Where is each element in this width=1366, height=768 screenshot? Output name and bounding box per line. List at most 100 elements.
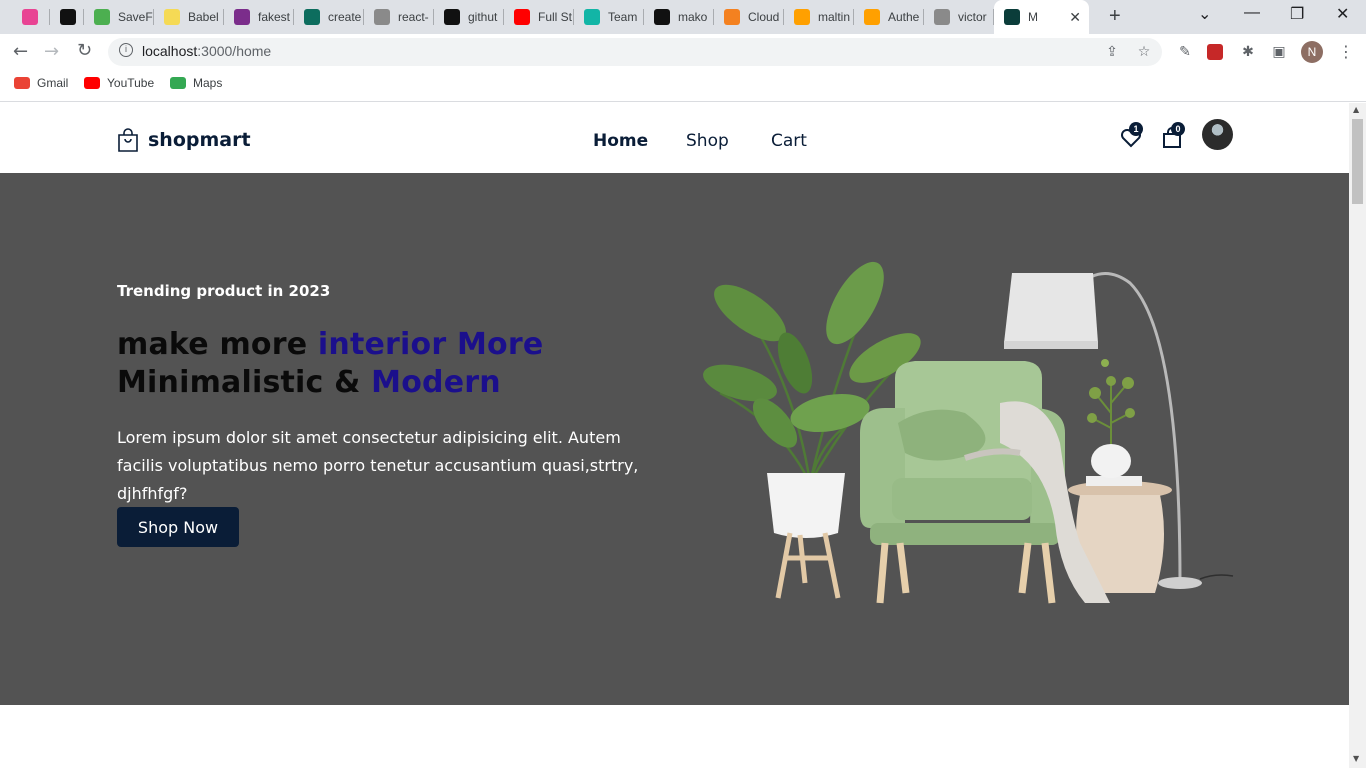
- url-host: localhost: [142, 43, 198, 59]
- bookmark-favicon-icon: [170, 77, 186, 89]
- tab-favicon-icon: [514, 9, 530, 25]
- browser-tab[interactable]: victor: [924, 0, 994, 34]
- tab-title: M: [1028, 10, 1038, 24]
- url-text[interactable]: localhost:3000/home: [142, 43, 271, 59]
- scroll-down-arrow-icon[interactable]: ▼: [1353, 754, 1359, 763]
- tab-title: create: [328, 10, 362, 24]
- browser-tab[interactable]: react-: [364, 0, 434, 34]
- tab-title: mako: [678, 10, 708, 24]
- tab-title: victor: [958, 10, 987, 24]
- restore-button[interactable]: ❐: [1290, 4, 1304, 24]
- bookmark-youtube[interactable]: YouTube: [84, 76, 154, 90]
- hero-section: Trending product in 2023 make more inter…: [0, 173, 1349, 705]
- back-icon[interactable]: ←: [13, 41, 28, 62]
- nav-cart[interactable]: Cart: [771, 131, 807, 151]
- tab-favicon-icon: [164, 9, 180, 25]
- side-panel-icon[interactable]: ▣: [1270, 43, 1288, 61]
- browser-tab[interactable]: [50, 0, 84, 34]
- nav-home[interactable]: Home: [593, 131, 648, 151]
- hero-description: Lorem ipsum dolor sit amet consectetur a…: [117, 428, 639, 503]
- plant-pot: [767, 473, 845, 538]
- hero-furniture-image: [703, 261, 1234, 604]
- shopping-bag-logo-icon: [118, 128, 138, 152]
- forward-icon[interactable]: →: [44, 41, 59, 62]
- tab-favicon-icon: [864, 9, 880, 25]
- tab-title: maltin: [818, 10, 851, 24]
- bookmark-favicon-icon: [14, 77, 30, 89]
- tab-close-icon[interactable]: ✕: [1069, 9, 1081, 26]
- close-window-button[interactable]: ✕: [1336, 4, 1349, 24]
- cart-count-badge: 0: [1171, 122, 1185, 136]
- url-path: :3000/home: [197, 43, 272, 59]
- site-header: shopmart Home Shop Cart 1 0: [0, 103, 1349, 173]
- reload-icon[interactable]: ↻: [77, 40, 92, 61]
- tab-title: Babel: [188, 10, 219, 24]
- bookmark-star-icon[interactable]: ☆: [1135, 43, 1153, 61]
- browser-tab[interactable]: M ✕: [994, 0, 1089, 34]
- tab-favicon-icon: [22, 9, 38, 25]
- tab-title: Full St: [538, 10, 573, 24]
- web-page: shopmart Home Shop Cart 1 0 Trending pro…: [0, 103, 1349, 768]
- tab-favicon-icon: [374, 9, 390, 25]
- browser-tab[interactable]: [12, 0, 50, 34]
- user-avatar[interactable]: [1202, 119, 1233, 150]
- wishlist-count-badge: 1: [1129, 122, 1143, 136]
- tab-title: fakest: [258, 10, 291, 24]
- share-icon[interactable]: ⇪: [1103, 43, 1121, 61]
- browser-tab[interactable]: Babel: [154, 0, 224, 34]
- browser-tab[interactable]: Full St: [504, 0, 574, 34]
- extension-eyedropper-icon[interactable]: ✎: [1176, 43, 1194, 61]
- tab-title: Cloud: [748, 10, 780, 24]
- lamp-shade: [1004, 273, 1098, 343]
- hero-title-accent2: Modern: [371, 365, 501, 400]
- browser-tab-strip: SaveF Babel fakest create react-githut Full S…: [0, 0, 1366, 34]
- site-info-icon[interactable]: i: [119, 43, 133, 57]
- shop-now-button[interactable]: Shop Now: [117, 507, 239, 547]
- tab-favicon-icon: [304, 9, 320, 25]
- tab-favicon-icon: [934, 9, 950, 25]
- tab-favicon-icon: [654, 9, 670, 25]
- tab-title: react-: [398, 10, 429, 24]
- browser-tab[interactable]: SaveF: [84, 0, 154, 34]
- browser-tab[interactable]: Team: [574, 0, 644, 34]
- bookmark-gmail[interactable]: Gmail: [14, 76, 68, 90]
- tab-title: Authe: [888, 10, 920, 24]
- profile-avatar[interactable]: N: [1301, 41, 1323, 63]
- nav-shop[interactable]: Shop: [686, 131, 729, 151]
- new-tab-button[interactable]: +: [1109, 5, 1121, 28]
- scroll-up-arrow-icon[interactable]: ▲: [1353, 105, 1359, 114]
- browser-tab[interactable]: create: [294, 0, 364, 34]
- site-logo[interactable]: shopmart: [117, 128, 251, 152]
- tab-title: githut: [468, 10, 498, 24]
- browser-tab[interactable]: Cloud: [714, 0, 784, 34]
- tab-favicon-icon: [60, 9, 76, 25]
- hero-title: make more interior More Minimalistic & Mo…: [117, 326, 543, 402]
- minimize-button[interactable]: —: [1244, 4, 1260, 22]
- menu-dots-icon[interactable]: ⋮: [1338, 42, 1354, 61]
- tab-favicon-icon: [94, 9, 110, 25]
- scrollbar-thumb[interactable]: [1352, 119, 1363, 204]
- tab-favicon-icon: [234, 9, 250, 25]
- tab-favicon-icon: [444, 9, 460, 25]
- hero-subtitle: Trending product in 2023: [117, 282, 331, 300]
- browser-tab[interactable]: maltin: [784, 0, 854, 34]
- hero-title-part1: make more: [117, 327, 318, 362]
- bookmark-label: Maps: [193, 76, 223, 90]
- tab-favicon-icon: [794, 9, 810, 25]
- bookmark-favicon-icon: [84, 77, 100, 89]
- site-logo-text: shopmart: [148, 129, 251, 151]
- bookmark-label: Gmail: [37, 76, 69, 90]
- tab-favicon-icon: [1004, 9, 1020, 25]
- browser-tab[interactable]: Authe: [854, 0, 924, 34]
- tab-favicon-icon: [584, 9, 600, 25]
- tab-search-dropdown[interactable]: ⌄: [1198, 4, 1211, 24]
- bookmark-maps[interactable]: Maps: [170, 76, 222, 90]
- extension-red-icon[interactable]: [1207, 44, 1223, 60]
- browser-tab[interactable]: githut: [434, 0, 504, 34]
- extensions-puzzle-icon[interactable]: ✱: [1239, 43, 1257, 61]
- hero-title-part2: Minimalistic &: [117, 365, 372, 400]
- tab-title: Team: [608, 10, 638, 24]
- tab-title: SaveF: [118, 10, 153, 24]
- browser-tab[interactable]: mako: [644, 0, 714, 34]
- browser-tab[interactable]: fakest: [224, 0, 294, 34]
